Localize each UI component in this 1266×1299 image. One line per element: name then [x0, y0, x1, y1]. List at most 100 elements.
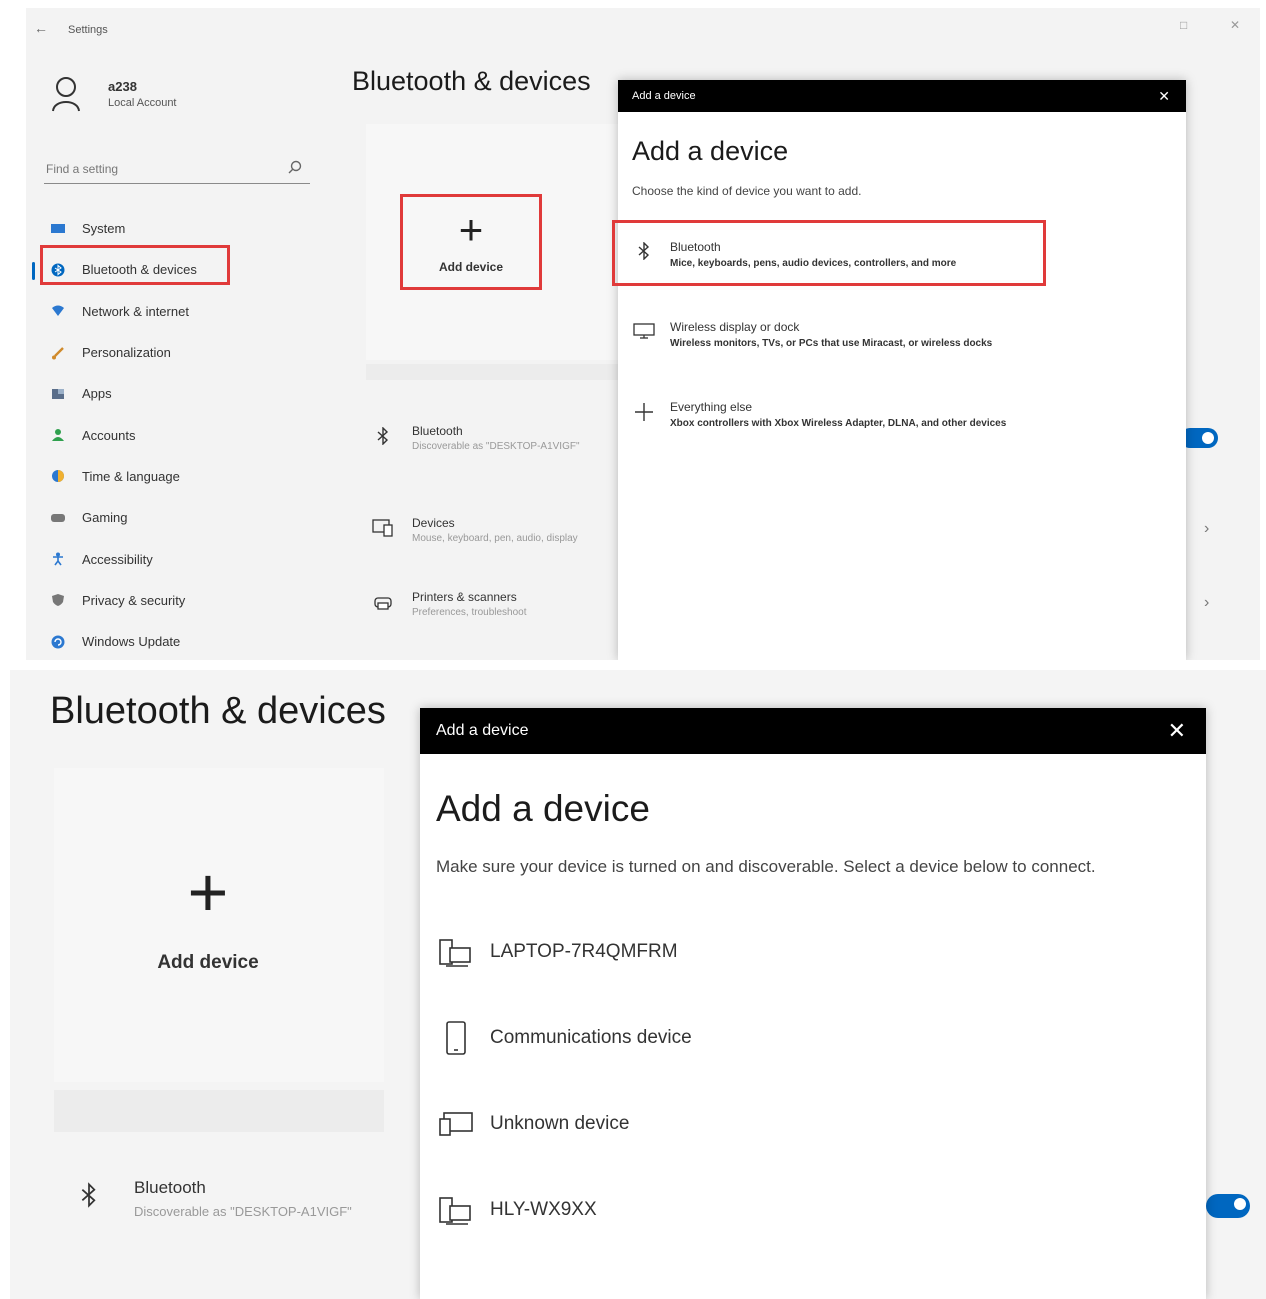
- sidebar-item-label: Privacy & security: [82, 592, 186, 608]
- settings-window-bottom: Bluetooth & devices + Add device Bluetoo…: [10, 670, 1266, 1299]
- device-item[interactable]: HLY-WX9XX: [436, 1190, 597, 1230]
- section-divider: [54, 1090, 384, 1132]
- gaming-icon: [50, 511, 66, 525]
- dialog-heading: Add a device: [632, 136, 789, 166]
- maximize-button[interactable]: □: [1180, 18, 1187, 32]
- plus-icon: +: [187, 853, 229, 931]
- settings-row-devices[interactable]: Devices Mouse, keyboard, pen, audio, dis…: [366, 500, 624, 560]
- row-title: Printers & scanners: [412, 590, 517, 604]
- device-item[interactable]: LAPTOP-7R4QMFRM: [436, 932, 678, 972]
- settings-window-top: ← Settings □ ✕ a238 Local Account Find a…: [26, 8, 1260, 660]
- search-icon: [288, 160, 302, 179]
- add-device-label: Add device: [438, 260, 504, 274]
- add-device-button[interactable]: + Add device: [400, 194, 542, 290]
- devices-icon: [366, 518, 400, 542]
- sidebar-item-network-internet[interactable]: Network & internet: [40, 291, 300, 332]
- search-placeholder: Find a setting: [46, 162, 119, 176]
- device-item[interactable]: Unknown device: [436, 1104, 629, 1144]
- sidebar-item-label: Accessibility: [82, 551, 153, 567]
- add-device-label: Add device: [157, 952, 259, 973]
- sidebar-item-label: Accounts: [82, 427, 136, 443]
- row-title: Bluetooth: [134, 1178, 206, 1197]
- bluetooth-icon: [366, 425, 400, 450]
- sidebar-item-windows-update[interactable]: Windows Update: [40, 621, 300, 660]
- dialog-heading: Add a device: [436, 788, 650, 829]
- bluetooth-icon: [74, 1182, 104, 1215]
- add-device-button[interactable]: + Add device: [130, 853, 286, 974]
- chevron-right-icon[interactable]: ›: [1204, 594, 1209, 612]
- settings-row-printers[interactable]: Printers & scanners Preferences, trouble…: [366, 574, 624, 634]
- accessibility-icon: [50, 552, 66, 566]
- page-title: Bluetooth & devices: [352, 66, 591, 96]
- app-title: Settings: [68, 24, 108, 36]
- sidebar-item-label: Bluetooth & devices: [82, 262, 197, 278]
- chevron-right-icon[interactable]: ›: [1204, 520, 1209, 538]
- option-wireless-display[interactable]: Wireless display or dock Wireless monito…: [632, 320, 992, 349]
- row-subtitle: Discoverable as "DESKTOP-A1VIGF": [134, 1204, 352, 1219]
- settings-row-bluetooth[interactable]: Bluetooth Discoverable as "DESKTOP-A1VIG…: [366, 408, 624, 468]
- dialog-bar-title: Add a device: [632, 90, 696, 102]
- computer-icon: [436, 932, 476, 972]
- sidebar-item-label: Gaming: [82, 510, 128, 526]
- sidebar-item-privacy-security[interactable]: Privacy & security: [40, 580, 300, 621]
- system-icon: [50, 222, 66, 236]
- plus-icon: [632, 402, 656, 427]
- row-subtitle: Mouse, keyboard, pen, audio, display: [412, 533, 578, 544]
- page-title: Bluetooth & devices: [50, 690, 386, 732]
- update-icon: [50, 635, 66, 649]
- row-title: Bluetooth: [412, 424, 463, 438]
- option-title: Everything else: [670, 400, 753, 414]
- sidebar-item-label: System: [82, 221, 126, 237]
- close-icon[interactable]: ✕: [1168, 718, 1186, 744]
- device-name: Communications device: [490, 1027, 692, 1048]
- row-subtitle: Preferences, troubleshoot: [412, 607, 527, 618]
- device-name: HLY-WX9XX: [490, 1199, 597, 1220]
- option-desc: Xbox controllers with Xbox Wireless Adap…: [670, 418, 1007, 429]
- row-subtitle: Discoverable as "DESKTOP-A1VIGF": [412, 441, 580, 452]
- sidebar-item-bluetooth-devices[interactable]: Bluetooth & devices: [32, 249, 300, 290]
- add-device-dialog: Add a device ✕ Add a device Choose the k…: [612, 80, 1186, 660]
- option-title: Wireless display or dock: [670, 320, 800, 334]
- option-desc: Wireless monitors, TVs, or PCs that use …: [670, 338, 993, 349]
- globe-icon: [50, 469, 66, 483]
- section-divider: [366, 364, 624, 380]
- phone-icon: [436, 1018, 476, 1058]
- user-icon: [46, 74, 86, 114]
- sidebar-item-label: Network & internet: [82, 303, 189, 319]
- dialog-title-bar: Add a device ✕: [618, 80, 1186, 112]
- dialog-bar-title: Add a device: [436, 722, 529, 739]
- option-bluetooth[interactable]: Bluetooth Mice, keyboards, pens, audio d…: [632, 240, 956, 269]
- dialog-subtitle: Choose the kind of device you want to ad…: [632, 184, 862, 198]
- settings-row-bluetooth[interactable]: Bluetooth Discoverable as "DESKTOP-A1VIG…: [74, 1178, 352, 1219]
- option-title: Bluetooth: [670, 240, 721, 254]
- sidebar-item-personalization[interactable]: Personalization: [40, 332, 300, 373]
- device-name: Unknown device: [490, 1113, 630, 1134]
- shield-icon: [50, 593, 66, 607]
- close-window-button[interactable]: ✕: [1230, 18, 1240, 32]
- user-name: a238: [108, 79, 137, 94]
- sidebar-item-accessibility[interactable]: Accessibility: [40, 538, 300, 579]
- computer-icon: [436, 1190, 476, 1230]
- plus-icon: +: [458, 206, 484, 253]
- bluetooth-icon: [632, 241, 656, 265]
- sidebar-item-accounts[interactable]: Accounts: [40, 414, 300, 455]
- apps-icon: [50, 387, 66, 401]
- user-profile[interactable]: a238 Local Account: [46, 74, 177, 114]
- sidebar-item-system[interactable]: System: [40, 208, 300, 249]
- bluetooth-toggle[interactable]: [1206, 1194, 1250, 1218]
- add-device-dialog: Add a device ✕ Add a device Make sure yo…: [420, 708, 1206, 1299]
- search-box[interactable]: Find a setting: [44, 154, 310, 184]
- option-everything-else[interactable]: Everything else Xbox controllers with Xb…: [632, 400, 1006, 429]
- unknown-device-icon: [436, 1104, 476, 1144]
- sidebar-item-apps[interactable]: Apps: [40, 373, 300, 414]
- bluetooth-nav-icon: [50, 263, 66, 277]
- brush-icon: [50, 346, 66, 360]
- device-item[interactable]: Communications device: [436, 1018, 692, 1058]
- back-button[interactable]: ←: [34, 20, 48, 36]
- sidebar-item-gaming[interactable]: Gaming: [40, 497, 300, 538]
- sidebar-item-time-language[interactable]: Time & language: [40, 456, 300, 497]
- sidebar-item-label: Personalization: [82, 345, 171, 361]
- sidebar-item-label: Apps: [82, 386, 112, 402]
- dialog-subtitle: Make sure your device is turned on and d…: [436, 857, 1096, 876]
- close-icon[interactable]: ✕: [1158, 88, 1170, 105]
